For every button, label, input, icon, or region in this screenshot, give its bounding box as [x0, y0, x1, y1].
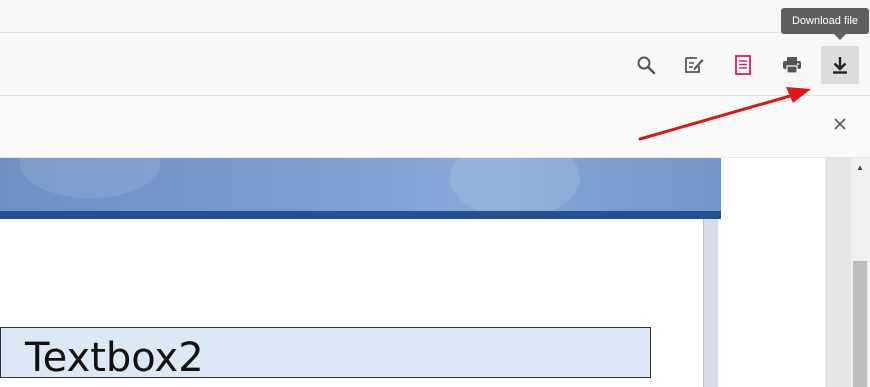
- search-icon: [637, 56, 656, 75]
- annotate-button[interactable]: [675, 46, 713, 84]
- close-icon: [834, 118, 846, 130]
- viewer-toolbar: [0, 33, 870, 96]
- tooltip-pointer: [834, 34, 846, 40]
- download-icon: [833, 57, 847, 74]
- document-viewport: Textbox2: [0, 128, 825, 387]
- search-button[interactable]: [627, 46, 665, 84]
- page-edge-shadow: [703, 219, 718, 387]
- report-header-banner: [0, 128, 721, 218]
- close-button[interactable]: [828, 112, 852, 136]
- document-button[interactable]: [724, 46, 762, 84]
- banner-decoration: [20, 128, 160, 198]
- download-tooltip: Download file: [781, 8, 869, 34]
- print-icon: [783, 57, 801, 74]
- scroll-up-arrow-icon[interactable]: ▲: [854, 162, 866, 172]
- banner-decoration: [450, 138, 580, 218]
- document-icon: [735, 55, 751, 75]
- print-button[interactable]: [773, 46, 811, 84]
- vertical-scrollbar[interactable]: ▲: [825, 158, 870, 387]
- scroll-thumb[interactable]: [853, 261, 867, 387]
- textbox2: Textbox2: [0, 327, 651, 378]
- top-strip: [0, 0, 870, 33]
- header-rule: [0, 211, 721, 219]
- download-button[interactable]: [821, 46, 859, 84]
- annotate-icon: [685, 57, 704, 73]
